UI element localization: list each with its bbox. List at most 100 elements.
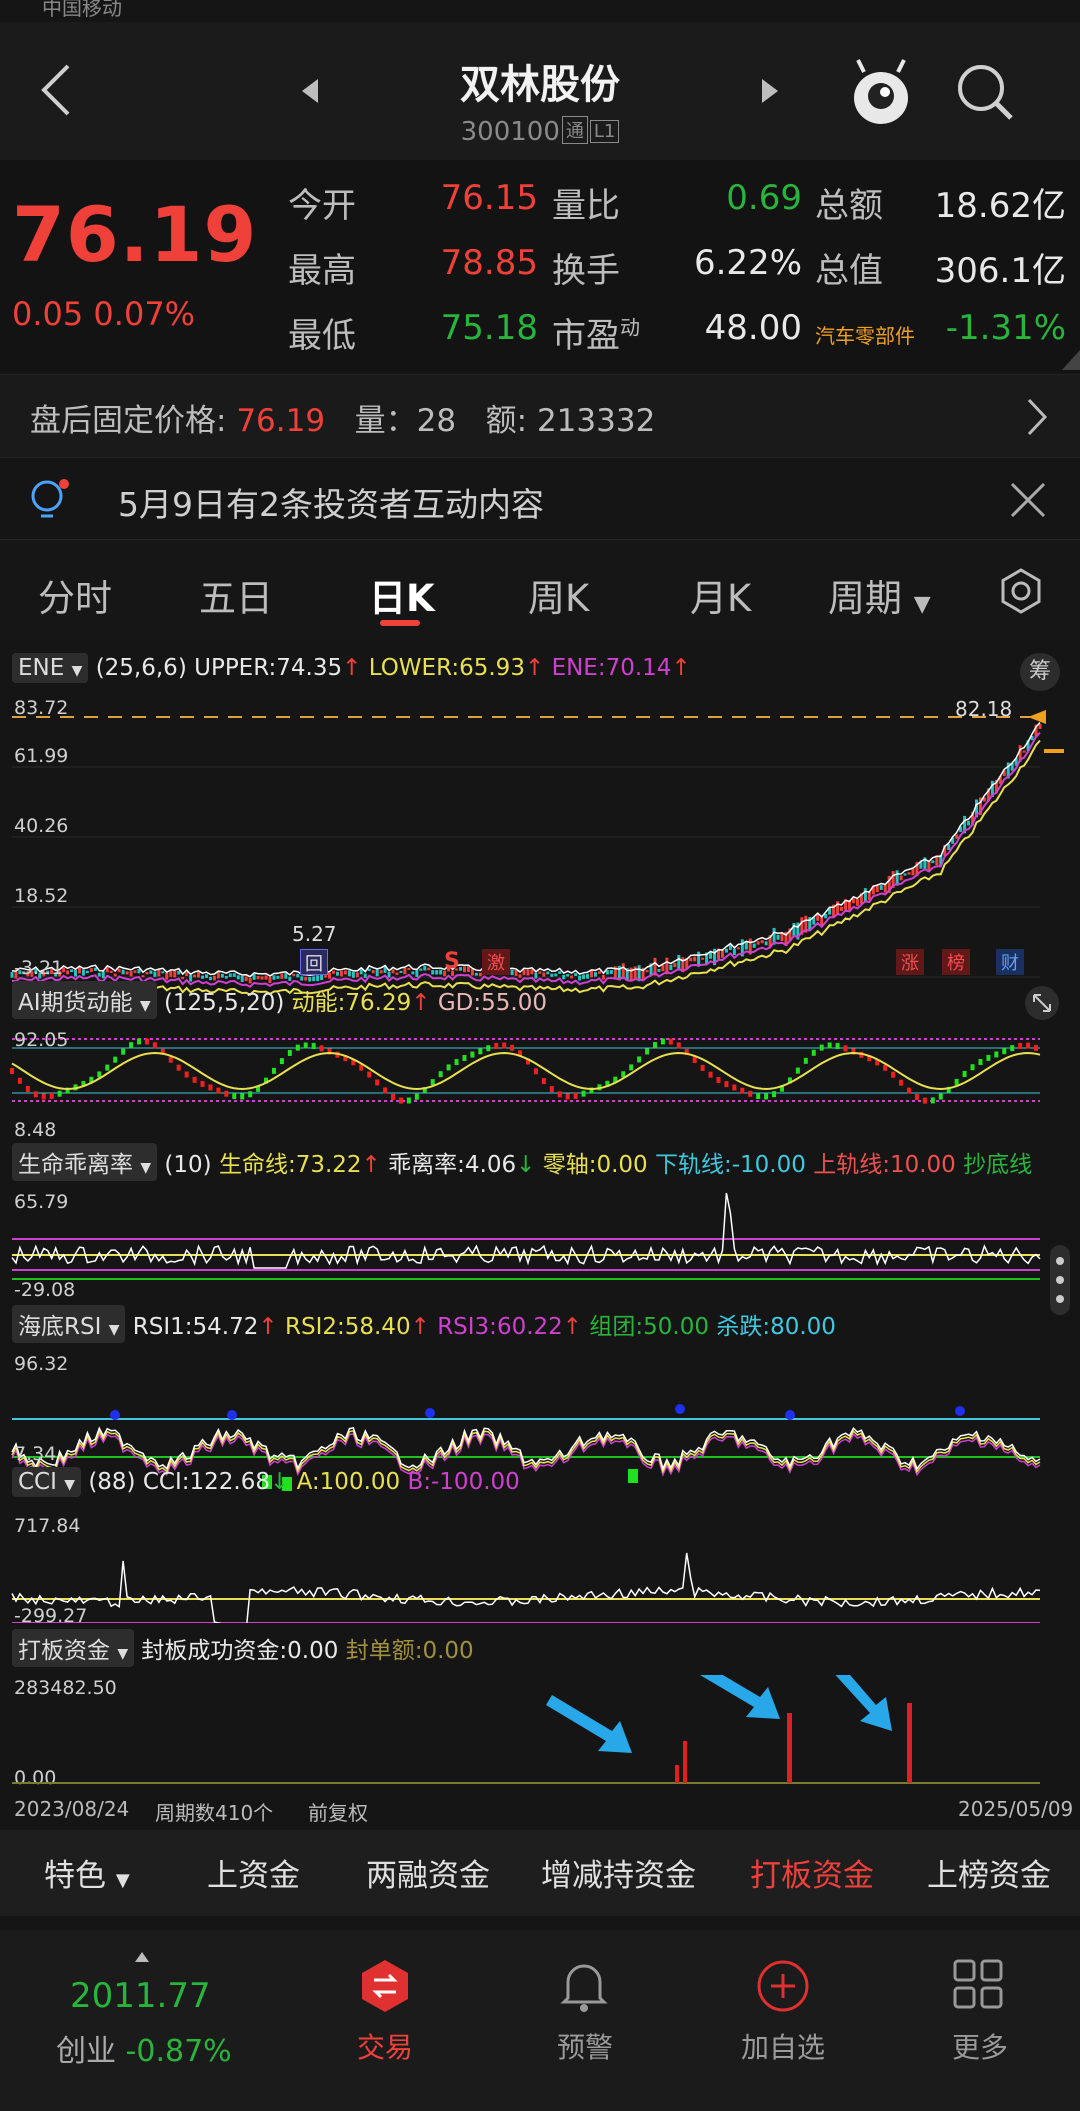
subtab-special[interactable]: 特色 ▼ [44,1850,130,1895]
candle [899,875,903,881]
ai-bar [200,1080,205,1087]
rsi-v2: 58.40 [344,1314,411,1340]
daban-selector[interactable]: 打板资金 ▼ [12,1629,135,1667]
badge-cai[interactable]: 财 [996,949,1024,975]
candle [153,971,157,977]
subtab-daban[interactable]: 打板资金 [750,1850,874,1895]
bell-icon[interactable] [558,1958,610,2014]
ai-bar [1010,1045,1015,1052]
tab-monthly-k[interactable]: 月K [690,568,751,622]
after-hours-row[interactable]: 盘后固定价格: 76.19 量：28 额: 213332 [0,374,1080,458]
subtab-holdings[interactable]: 增减持资金 [541,1850,696,1895]
ai-v1: 76.29 [345,990,412,1016]
candle [597,971,601,974]
candle [125,971,129,975]
ai-bar [240,1093,245,1100]
ai-bar [645,1048,650,1055]
candle [840,906,844,912]
candle [903,873,907,876]
candle [720,950,724,958]
value-market-cap: 306.1亿 [934,251,1066,291]
tab-intraday[interactable]: 分时 [38,568,112,622]
candle [760,940,764,944]
grid-icon[interactable] [952,1958,1004,2010]
value-turnover-amount: 18.62亿 [934,186,1066,226]
ai-bar [716,1076,721,1083]
badge-ji[interactable]: 激 [482,949,510,975]
ai-bar [740,1087,745,1094]
chip-icon[interactable]: 筹 [1020,653,1060,691]
chart-area[interactable]: ENE ▼ (25,6,6) UPPER:74.35↑ LOWER:65.93↑… [0,645,1080,1825]
subtab-capital[interactable]: 上资金 [207,1850,300,1895]
rsi-v1: 54.72 [192,1314,259,1340]
rsi-selector[interactable]: 海底RSI ▼ [12,1305,126,1343]
candle [343,970,347,975]
life-selector[interactable]: 生命乖离率 ▼ [12,1143,158,1181]
mascot-icon[interactable] [850,56,912,126]
ai-bar [978,1058,983,1065]
trade-icon[interactable] [358,1958,412,2014]
tab-five-day[interactable]: 五日 [199,568,273,622]
candle [732,948,736,956]
ai-bar [41,1093,46,1100]
cci-selector[interactable]: CCI ▼ [12,1467,81,1497]
badge-sell[interactable]: S [444,949,460,974]
ai-bar [208,1084,213,1091]
badge-bang[interactable]: 榜 [942,949,970,975]
ai-bar [811,1049,816,1056]
ai-bar [248,1091,253,1098]
ai-bar [224,1090,229,1097]
badge-zhang[interactable]: 涨 [896,949,924,975]
ai-bar [486,1045,491,1052]
nav-add-watch[interactable]: 加自选 [703,2026,863,2066]
life-params: (10) [164,1152,212,1178]
plus-icon[interactable] [755,1958,811,2014]
tab-daily-k[interactable]: 日K [369,568,435,622]
index-info[interactable]: 创业 -0.87% [56,2026,232,2070]
nav-alert[interactable]: 预警 [505,2026,665,2066]
candle [165,972,169,980]
candle [554,973,558,977]
candle [328,972,332,979]
index-value[interactable]: 2011.77 [70,1976,211,2016]
nav-more[interactable]: 更多 [900,2026,1060,2066]
candle [669,964,673,971]
subtab-ranking[interactable]: 上榜资金 [927,1850,1051,1895]
change-abs: 0.05 [12,295,84,333]
chevron-right-icon[interactable] [1026,397,1048,437]
candle [415,969,419,977]
candle [955,834,959,839]
candle [439,969,443,975]
candle [149,970,153,974]
tab-weekly-k[interactable]: 周K [528,568,589,622]
candle [157,969,161,977]
after-hours-price: 76.19 [236,403,326,439]
candle [339,970,343,977]
notice-row[interactable]: 5月9日有2条投资者互动内容 [0,460,1080,540]
ai-selector[interactable]: AI期货动能 ▼ [12,981,157,1019]
cci-header: CCI ▼ (88) CCI:122.68↓ A:100.00 B:-100.0… [0,1467,1080,1505]
nav-trade[interactable]: 交易 [305,2026,465,2066]
badge-return[interactable]: 回 [300,949,328,975]
search-icon[interactable] [955,62,1017,124]
next-icon[interactable] [760,77,780,105]
ai-bar [1002,1048,1007,1055]
candle [375,969,379,977]
subtab-margin[interactable]: 两融资金 [366,1850,490,1895]
candle [427,967,431,971]
settings-icon[interactable] [998,568,1044,614]
candle [756,941,760,945]
after-hours-label: 盘后固定价格: [30,403,227,439]
candle [236,975,240,980]
ene-upper-label: UPPER: [194,655,277,681]
industry-link[interactable]: 汽车零部件 [815,320,915,349]
bottom-nav: 2011.77 创业 -0.87% 交易 预警 加自选 更多 [0,1930,1080,2111]
tab-period[interactable]: 周期 ▼ [828,568,931,622]
candle [101,971,105,979]
ai-bar [303,1042,308,1049]
close-icon[interactable] [1008,480,1048,520]
ene-selector[interactable]: ENE ▼ [12,653,89,683]
candle [883,884,887,893]
expand-icon[interactable] [1024,985,1060,1021]
ai-bar [795,1067,800,1074]
